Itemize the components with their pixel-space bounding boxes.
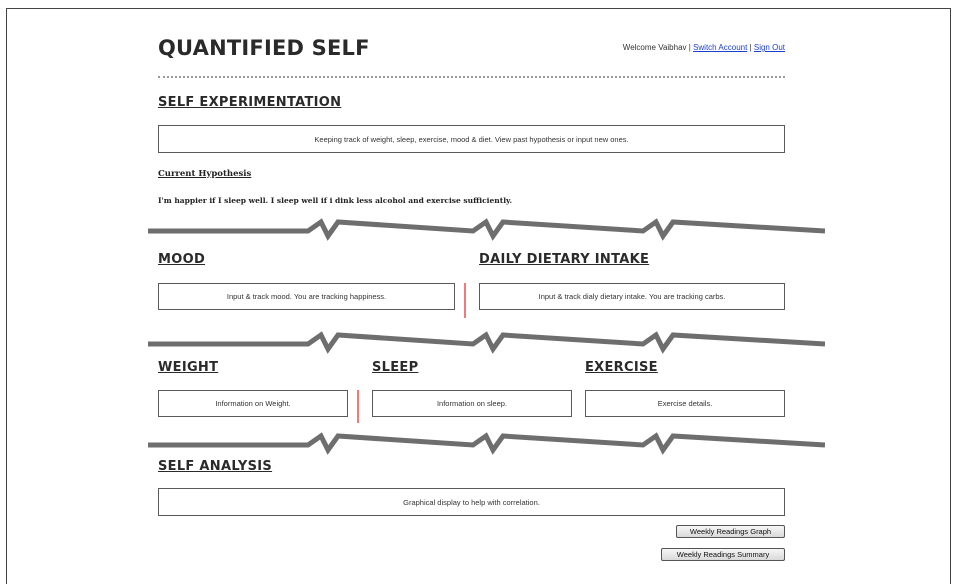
daily-dietary-intake-box[interactable]: Input & track dialy dietary intake. You … — [479, 283, 785, 310]
site-title: QUANTIFIED SELF — [158, 36, 370, 60]
section-divider — [148, 331, 825, 354]
current-hypothesis-text: I'm happier if I sleep well. I sleep wel… — [158, 196, 513, 205]
self-experimentation-heading[interactable]: SELF EXPERIMENTATION — [158, 95, 341, 110]
sign-out-link[interactable]: Sign Out — [754, 43, 785, 52]
section-divider — [148, 218, 825, 241]
switch-account-link[interactable]: Switch Account — [693, 43, 747, 52]
header-divider — [158, 76, 785, 78]
sleep-heading[interactable]: SLEEP — [372, 360, 418, 375]
exercise-description: Exercise details. — [657, 399, 713, 408]
self-analysis-heading[interactable]: SELF ANALYSIS — [158, 459, 272, 474]
sleep-description: Information on sleep. — [436, 399, 508, 408]
self-experimentation-description: Keeping track of weight, sleep, exercise… — [314, 134, 629, 144]
weekly-readings-summary-button[interactable]: Weekly Readings Summary — [661, 548, 785, 561]
welcome-text: Welcome Vaibhav | — [622, 43, 691, 52]
self-analysis-box[interactable]: Graphical display to help with correlati… — [158, 488, 785, 516]
sleep-box[interactable]: Information on sleep. — [372, 390, 572, 417]
current-hypothesis-label[interactable]: Current Hypothesis — [158, 169, 251, 179]
self-experimentation-box[interactable]: Keeping track of weight, sleep, exercise… — [158, 125, 785, 153]
daily-dietary-intake-heading[interactable]: DAILY DIETARY INTAKE — [479, 252, 649, 267]
mood-heading[interactable]: MOOD — [158, 252, 205, 267]
user-nav: Welcome Vaibhav | Switch Account | Sign … — [623, 43, 785, 52]
nav-separator: | — [749, 43, 752, 52]
self-analysis-description: Graphical display to help with correlati… — [403, 497, 540, 507]
weight-description: Information on Weight. — [215, 399, 291, 408]
weekly-readings-graph-button[interactable]: Weekly Readings Graph — [676, 525, 785, 538]
mood-box[interactable]: Input & track mood. You are tracking hap… — [158, 283, 455, 310]
column-separator — [357, 390, 359, 423]
exercise-box[interactable]: Exercise details. — [585, 390, 785, 417]
column-separator — [464, 283, 466, 318]
exercise-heading[interactable]: EXERCISE — [585, 360, 658, 375]
daily-dietary-intake-description: Input & track dialy dietary intake. You … — [538, 292, 726, 301]
mood-description: Input & track mood. You are tracking hap… — [226, 292, 387, 301]
section-divider — [148, 432, 825, 455]
weight-box[interactable]: Information on Weight. — [158, 390, 348, 417]
weight-heading[interactable]: WEIGHT — [158, 360, 218, 375]
